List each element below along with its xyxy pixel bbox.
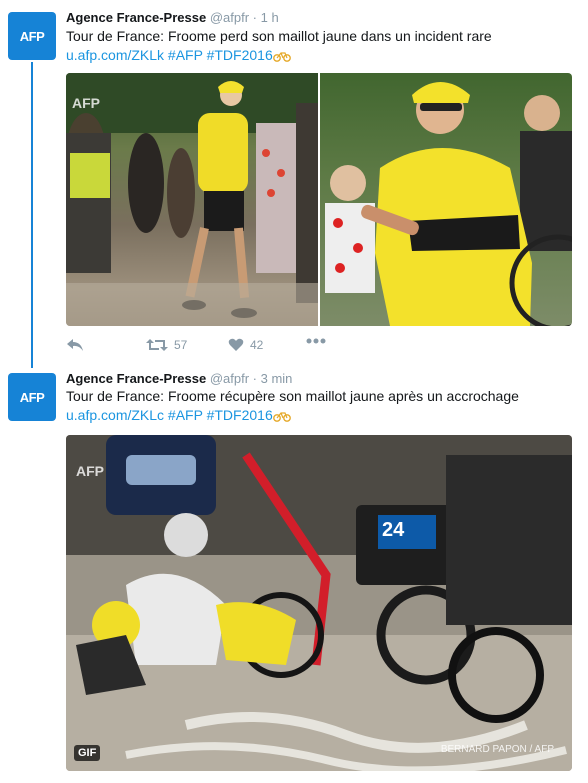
retweet-count: 57: [174, 338, 188, 352]
afp-watermark: AFP: [76, 463, 104, 479]
afp-avatar[interactable]: AFP: [8, 12, 56, 60]
gif-badge: GIF: [74, 745, 101, 761]
photo-froome-running[interactable]: AFP: [66, 73, 318, 326]
afp-watermark: AFP: [72, 95, 100, 111]
tweet-time[interactable]: 1 h: [261, 10, 279, 25]
photo-illustration: [325, 82, 572, 326]
bike-emoji-icon: [272, 52, 291, 62]
retweet-button[interactable]: 57: [146, 338, 187, 352]
retweet-icon: [146, 339, 168, 351]
gif-illustration: [66, 435, 572, 771]
tweet-text: Tour de France: Froome perd son maillot …: [66, 28, 492, 63]
reply-icon: [67, 339, 83, 351]
photo-froome-bike[interactable]: [320, 73, 572, 326]
author-name[interactable]: Agence France-Presse: [66, 10, 206, 25]
thread-line: [31, 62, 33, 368]
author-handle[interactable]: @afpfr: [210, 10, 249, 25]
tweet-link[interactable]: u.afp.com/ZKLc #AFP #TDF2016: [66, 407, 273, 423]
tweet-header: Agence France-Presse @afpfr · 1 h: [66, 10, 279, 25]
tweet-1[interactable]: AFP Agence France-Presse @afpfr · 1 h To…: [0, 0, 588, 368]
like-button[interactable]: 42: [228, 338, 263, 352]
like-count: 42: [250, 338, 264, 352]
tv-logo: 24: [382, 519, 405, 541]
author-name[interactable]: Agence France-Presse: [66, 371, 206, 386]
photo-illustration: [66, 73, 318, 326]
tweet-header: Agence France-Presse @afpfr · 3 min: [66, 371, 293, 386]
bike-emoji-icon: [272, 412, 291, 422]
photo-credit: BERNARD PAPON / AFP: [440, 744, 554, 755]
tweet-time[interactable]: 3 min: [261, 371, 293, 386]
tweet-actions: 57 42: [66, 338, 366, 358]
reply-button[interactable]: [66, 338, 84, 352]
tweet-link[interactable]: u.afp.com/ZKLk #AFP #TDF2016: [66, 47, 273, 63]
afp-avatar[interactable]: AFP: [8, 373, 56, 421]
more-button[interactable]: [306, 338, 326, 344]
tweet-media[interactable]: AFP: [66, 73, 572, 326]
more-dots-icon: [306, 338, 326, 344]
tweet-gif[interactable]: AFP 24 GIF BERNARD PAPON / AFP: [66, 435, 572, 771]
tweet-2[interactable]: AFP Agence France-Presse @afpfr · 3 min …: [0, 365, 588, 783]
tweet-text: Tour de France: Froome récupère son mail…: [66, 388, 519, 423]
heart-icon: [228, 338, 244, 351]
author-handle[interactable]: @afpfr: [210, 371, 249, 386]
